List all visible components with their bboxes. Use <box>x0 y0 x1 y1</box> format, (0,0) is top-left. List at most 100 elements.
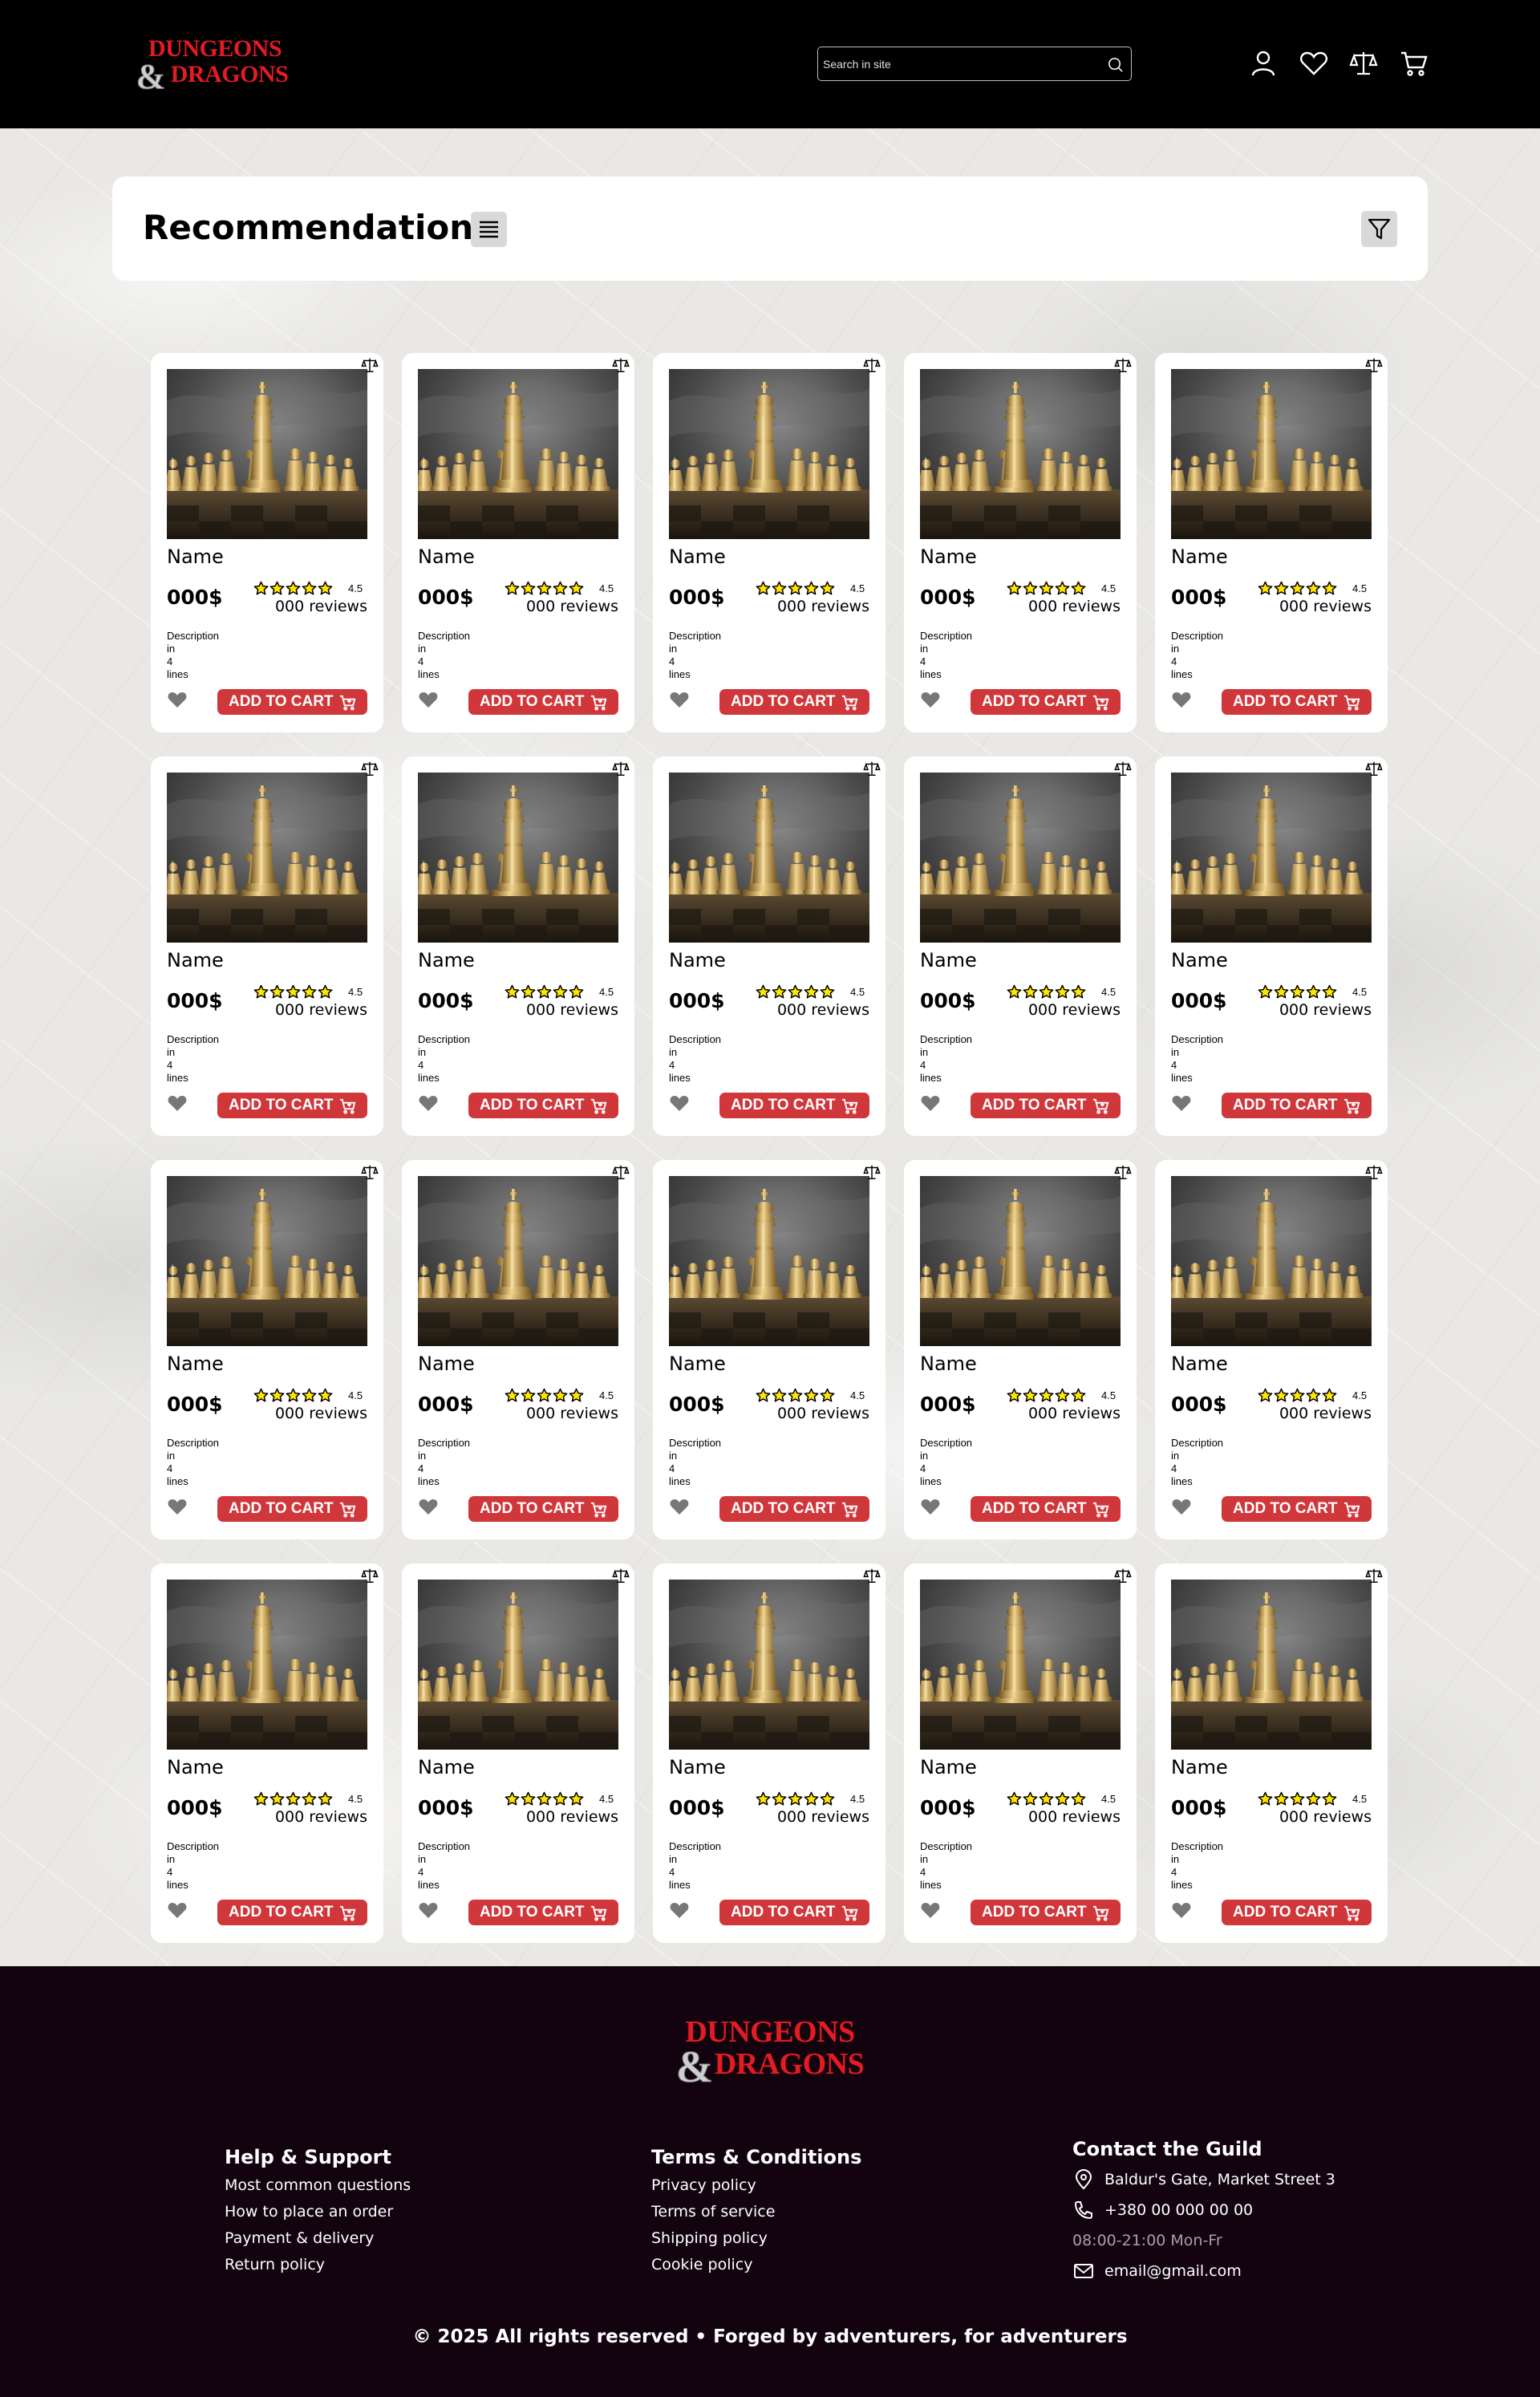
product-image-frame[interactable] <box>1171 369 1372 539</box>
footer-logo[interactable]: DUNGEONS DRAGONS & <box>663 2011 877 2093</box>
footer-link-cookie[interactable]: Cookie policy <box>651 2252 861 2278</box>
favorite-heart-icon[interactable] <box>418 1900 439 1920</box>
product-image-frame[interactable] <box>1171 1580 1372 1750</box>
favorite-heart-icon[interactable] <box>1171 1900 1192 1920</box>
compare-icon[interactable] <box>863 760 881 777</box>
footer-link-privacy[interactable]: Privacy policy <box>651 2172 861 2199</box>
favorite-heart-icon[interactable] <box>418 689 439 710</box>
product-image-frame[interactable] <box>418 773 618 943</box>
product-card[interactable]: Name 000$ 4.5 000 reviews Description in 4… <box>653 1564 886 1943</box>
product-name[interactable]: Name <box>920 1352 977 1376</box>
product-card[interactable]: Name 000$ 4.5 000 reviews Description in 4… <box>904 353 1137 732</box>
add-to-cart-button[interactable]: ADD TO CART <box>719 1093 869 1118</box>
compare-icon[interactable] <box>1365 356 1383 374</box>
add-to-cart-button[interactable]: ADD TO CART <box>1222 1496 1372 1522</box>
compare-icon[interactable] <box>361 356 379 374</box>
product-card[interactable]: Name 000$ 4.5 000 reviews Description in 4… <box>1155 756 1388 1136</box>
compare-icon[interactable] <box>1114 760 1132 777</box>
product-name[interactable]: Name <box>920 948 977 972</box>
compare-icon[interactable] <box>1114 1567 1132 1584</box>
add-to-cart-button[interactable]: ADD TO CART <box>217 1496 367 1522</box>
product-image-frame[interactable] <box>167 773 367 943</box>
review-count[interactable]: 000 reviews <box>1279 598 1372 615</box>
add-to-cart-button[interactable]: ADD TO CART <box>1222 689 1372 715</box>
review-count[interactable]: 000 reviews <box>1028 1001 1121 1019</box>
review-count[interactable]: 000 reviews <box>1028 1405 1121 1422</box>
compare-icon[interactable] <box>1114 356 1132 374</box>
product-image-frame[interactable] <box>418 1176 618 1346</box>
heart-icon[interactable] <box>1299 48 1329 79</box>
product-card[interactable]: Name 000$ 4.5 000 reviews Description in 4… <box>653 756 886 1136</box>
favorite-heart-icon[interactable] <box>920 1496 941 1517</box>
product-image-frame[interactable] <box>167 369 367 539</box>
product-image-frame[interactable] <box>418 1580 618 1750</box>
favorite-heart-icon[interactable] <box>418 1496 439 1517</box>
footer-link-terms-of-service[interactable]: Terms of service <box>651 2199 861 2225</box>
product-name[interactable]: Name <box>418 948 475 972</box>
review-count[interactable]: 000 reviews <box>275 1001 367 1019</box>
product-image-frame[interactable] <box>167 1580 367 1750</box>
product-image-frame[interactable] <box>418 369 618 539</box>
footer-link-common-questions[interactable]: Most common questions <box>225 2172 411 2199</box>
product-name[interactable]: Name <box>418 545 475 569</box>
compare-icon[interactable] <box>361 1163 379 1181</box>
user-icon[interactable] <box>1248 48 1279 79</box>
favorite-heart-icon[interactable] <box>920 689 941 710</box>
compare-icon[interactable] <box>863 1163 881 1181</box>
review-count[interactable]: 000 reviews <box>275 1405 367 1422</box>
product-name[interactable]: Name <box>1171 545 1228 569</box>
add-to-cart-button[interactable]: ADD TO CART <box>1222 1900 1372 1925</box>
product-image-frame[interactable] <box>920 1580 1121 1750</box>
review-count[interactable]: 000 reviews <box>1279 1808 1372 1826</box>
product-card[interactable]: Name 000$ 4.5 000 reviews Description in 4… <box>151 756 383 1136</box>
product-card[interactable]: Name 000$ 4.5 000 reviews Description in 4… <box>1155 1564 1388 1943</box>
review-count[interactable]: 000 reviews <box>1028 1808 1121 1826</box>
review-count[interactable]: 000 reviews <box>275 1808 367 1826</box>
product-image-frame[interactable] <box>1171 1176 1372 1346</box>
add-to-cart-button[interactable]: ADD TO CART <box>217 1900 367 1925</box>
review-count[interactable]: 000 reviews <box>777 1808 869 1826</box>
list-view-button[interactable] <box>471 212 507 247</box>
add-to-cart-button[interactable]: ADD TO CART <box>719 1900 869 1925</box>
product-card[interactable]: Name 000$ 4.5 000 reviews Description in 4… <box>151 1564 383 1943</box>
contact-phone[interactable]: +380 00 000 00 00 <box>1072 2195 1335 2225</box>
add-to-cart-button[interactable]: ADD TO CART <box>468 689 618 715</box>
product-card[interactable]: Name 000$ 4.5 000 reviews Description in 4… <box>402 353 634 732</box>
add-to-cart-button[interactable]: ADD TO CART <box>217 689 367 715</box>
review-count[interactable]: 000 reviews <box>1279 1405 1372 1422</box>
add-to-cart-button[interactable]: ADD TO CART <box>719 1496 869 1522</box>
review-count[interactable]: 000 reviews <box>526 1001 618 1019</box>
add-to-cart-button[interactable]: ADD TO CART <box>971 1496 1121 1522</box>
compare-icon[interactable] <box>1365 1567 1383 1584</box>
favorite-heart-icon[interactable] <box>920 1093 941 1113</box>
add-to-cart-button[interactable]: ADD TO CART <box>971 1900 1121 1925</box>
product-name[interactable]: Name <box>920 545 977 569</box>
filter-button[interactable] <box>1361 211 1397 247</box>
search-icon[interactable] <box>1106 55 1125 74</box>
product-card[interactable]: Name 000$ 4.5 000 reviews Description in 4… <box>402 756 634 1136</box>
review-count[interactable]: 000 reviews <box>777 1405 869 1422</box>
compare-icon[interactable] <box>1114 1163 1132 1181</box>
product-name[interactable]: Name <box>920 1755 977 1779</box>
favorite-heart-icon[interactable] <box>669 689 690 710</box>
product-name[interactable]: Name <box>167 1755 224 1779</box>
add-to-cart-button[interactable]: ADD TO CART <box>719 689 869 715</box>
compare-icon[interactable] <box>1365 760 1383 777</box>
footer-link-shipping[interactable]: Shipping policy <box>651 2225 861 2252</box>
add-to-cart-button[interactable]: ADD TO CART <box>217 1093 367 1118</box>
product-image-frame[interactable] <box>920 773 1121 943</box>
compare-icon[interactable] <box>1365 1163 1383 1181</box>
add-to-cart-button[interactable]: ADD TO CART <box>971 1093 1121 1118</box>
product-name[interactable]: Name <box>669 545 726 569</box>
review-count[interactable]: 000 reviews <box>526 1808 618 1826</box>
review-count[interactable]: 000 reviews <box>526 1405 618 1422</box>
product-card[interactable]: Name 000$ 4.5 000 reviews Description in 4… <box>1155 353 1388 732</box>
favorite-heart-icon[interactable] <box>418 1093 439 1113</box>
product-name[interactable]: Name <box>669 948 726 972</box>
product-card[interactable]: Name 000$ 4.5 000 reviews Description in 4… <box>402 1160 634 1539</box>
compare-icon[interactable] <box>863 356 881 374</box>
compare-icon[interactable] <box>612 1163 630 1181</box>
review-count[interactable]: 000 reviews <box>275 598 367 615</box>
contact-email[interactable]: email@gmail.com <box>1072 2256 1335 2286</box>
product-image-frame[interactable] <box>669 1176 869 1346</box>
